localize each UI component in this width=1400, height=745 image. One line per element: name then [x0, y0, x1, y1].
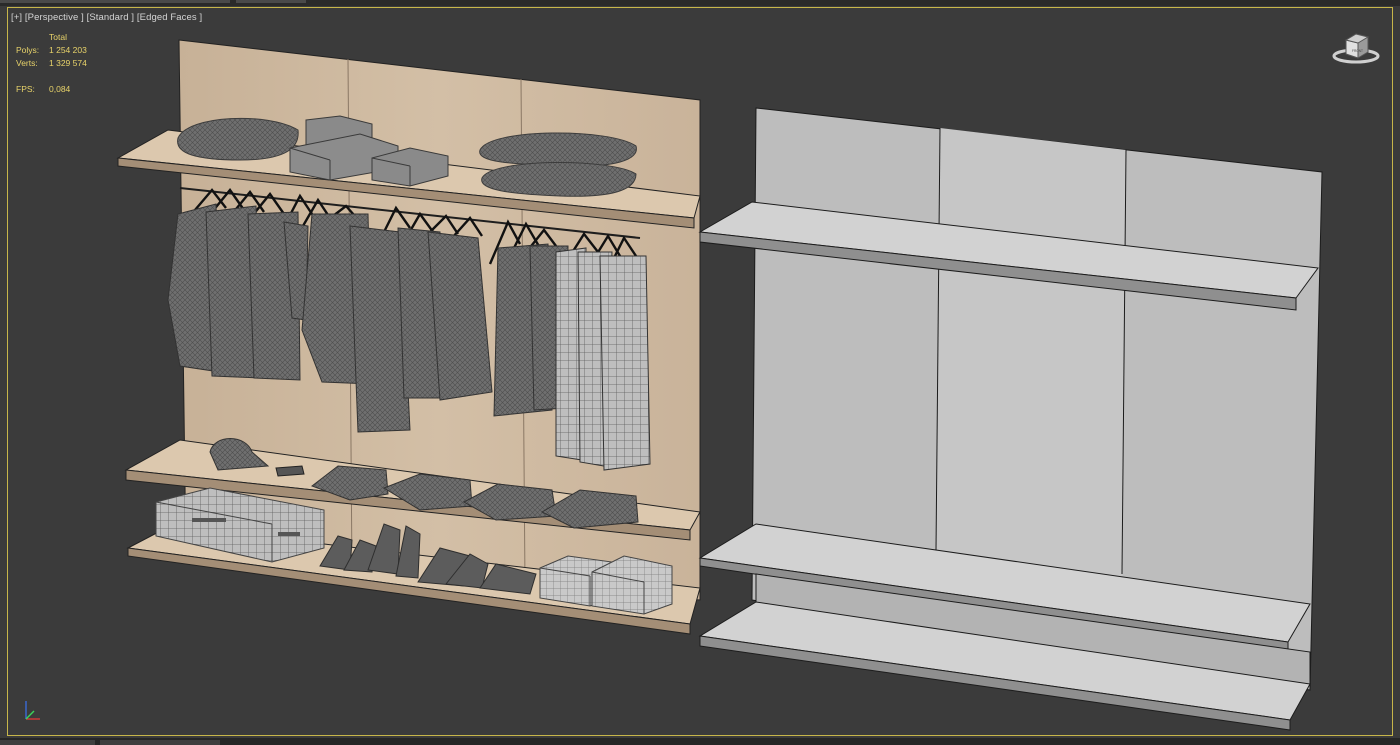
- viewport-label-menu[interactable]: [+] [Perspective ] [Standard ] [Edged Fa…: [11, 12, 202, 23]
- viewcube-face-label: FRONT: [1352, 49, 1363, 53]
- polys-label: Polys:: [16, 45, 40, 55]
- stats-total-label: Total: [49, 32, 67, 42]
- viewport-shading-menu[interactable]: [Standard ]: [87, 12, 135, 23]
- viewport-general-menu[interactable]: [+]: [11, 12, 22, 23]
- fps-value: 0,084: [49, 84, 71, 94]
- pillow: [479, 132, 637, 167]
- viewport-statistics: Total Polys: 1 254 203 Verts: 1 329 574 FP…: [16, 31, 87, 96]
- sunglasses: [275, 465, 305, 477]
- pillow: [177, 117, 299, 161]
- viewcube-icon[interactable]: FRONT: [1330, 28, 1382, 68]
- viewport-view-menu[interactable]: [Perspective ]: [25, 12, 84, 23]
- verts-label: Verts:: [16, 58, 38, 68]
- scene-render[interactable]: [0, 0, 1400, 745]
- verts-value: 1 329 574: [49, 58, 87, 68]
- viewport-bottom-strip: [0, 738, 1400, 745]
- axis-tripod-icon: [25, 701, 40, 720]
- wardrobe-left[interactable]: [116, 39, 701, 635]
- fps-label: FPS:: [16, 84, 35, 94]
- wardrobe-right[interactable]: [698, 107, 1323, 731]
- perspective-viewport[interactable]: [+] [Perspective ] [Standard ] [Edged Fa…: [0, 0, 1400, 745]
- viewport-display-menu[interactable]: [Edged Faces ]: [137, 12, 202, 23]
- pillow: [481, 162, 637, 197]
- polys-value: 1 254 203: [49, 45, 87, 55]
